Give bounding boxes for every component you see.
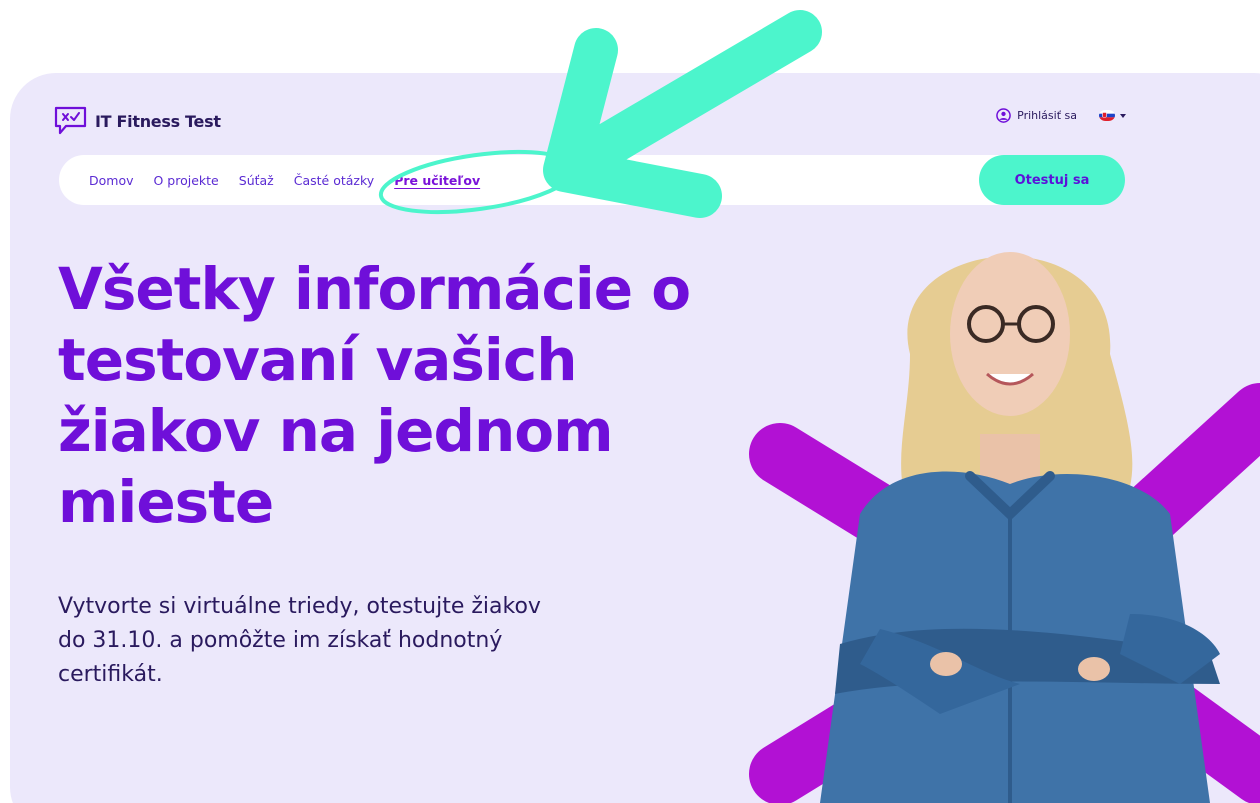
main-navigation: Domov O projekte Súťaž Časté otázky Pre … bbox=[59, 155, 1125, 205]
teacher-photo bbox=[820, 252, 1220, 803]
user-circle-icon bbox=[996, 108, 1011, 123]
header-actions: Prihlásiť sa bbox=[996, 108, 1126, 123]
site-header: IT Fitness Test Prihlásiť sa bbox=[54, 102, 1144, 136]
nav-items: Domov O projekte Súťaž Časté otázky Pre … bbox=[89, 155, 500, 205]
nav-item-pre-ucitelov[interactable]: Pre učiteľov bbox=[394, 173, 480, 188]
logo-icon bbox=[54, 106, 87, 135]
nav-item-domov[interactable]: Domov bbox=[89, 173, 134, 188]
test-yourself-button[interactable]: Otestuj sa bbox=[979, 155, 1125, 205]
hero-subtitle-line: Vytvorte si virtuálne triedy, otestujte … bbox=[58, 594, 541, 619]
hero-title-line: mieste bbox=[58, 468, 274, 536]
hero-title-line: Všetky informácie o bbox=[58, 255, 691, 323]
nav-item-sutaz[interactable]: Súťaž bbox=[239, 173, 274, 188]
login-link[interactable]: Prihlásiť sa bbox=[996, 108, 1077, 123]
slovak-flag-icon bbox=[1099, 110, 1115, 121]
chevron-down-icon bbox=[1120, 113, 1126, 118]
nav-item-o-projekte[interactable]: O projekte bbox=[154, 173, 219, 188]
hero-subtitle-line: certifikát. bbox=[58, 662, 163, 687]
hero-subtitle-line: do 31.10. a pomôžte im získať hodnotný bbox=[58, 628, 503, 653]
hero-title: Všetky informácie o testovaní vašich žia… bbox=[58, 254, 738, 538]
language-selector[interactable] bbox=[1099, 110, 1126, 121]
logo[interactable]: IT Fitness Test bbox=[54, 106, 221, 136]
brand-name: IT Fitness Test bbox=[95, 111, 221, 131]
hero-image bbox=[749, 252, 1260, 803]
login-label: Prihlásiť sa bbox=[1017, 109, 1077, 122]
hero-subtitle: Vytvorte si virtuálne triedy, otestujte … bbox=[58, 590, 678, 692]
hero-title-line: žiakov na jednom bbox=[58, 397, 614, 465]
hero-title-line: testovaní vašich bbox=[58, 326, 577, 394]
nav-item-caste-otazky[interactable]: Časté otázky bbox=[294, 173, 374, 188]
